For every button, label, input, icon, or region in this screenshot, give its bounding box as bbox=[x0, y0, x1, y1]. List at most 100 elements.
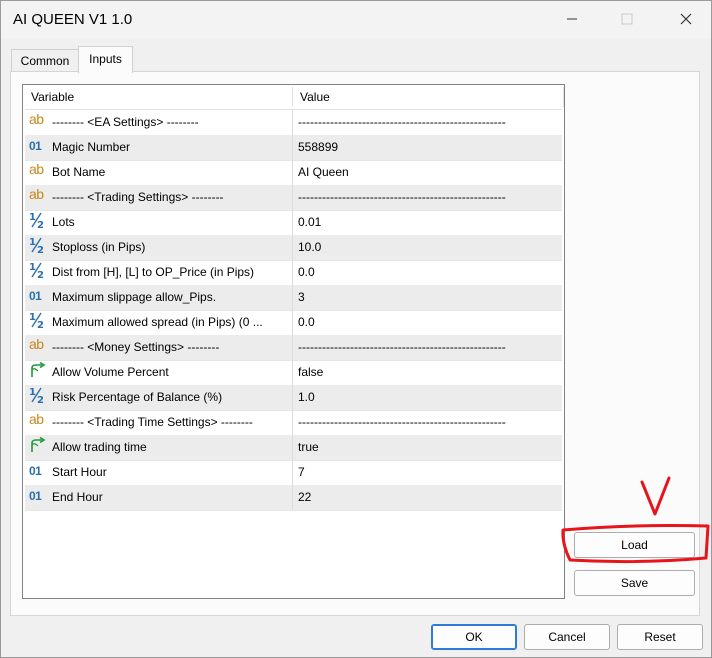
string-type-icon: ab bbox=[29, 161, 44, 177]
double-type-icon: 12 bbox=[29, 211, 49, 231]
variable-value[interactable]: ----------------------------------------… bbox=[298, 410, 562, 435]
variable-value[interactable]: 10.0 bbox=[298, 235, 562, 260]
table-row[interactable]: 1 2 Maximum allowed spread (in Pips) (0 ..… bbox=[25, 310, 562, 336]
table-row[interactable]: ab -------- <Trading Settings> -------- --… bbox=[25, 185, 562, 211]
maximize-button bbox=[604, 1, 650, 37]
table-row[interactable]: ab Bot Name AI Queen bbox=[25, 160, 562, 186]
cancel-button[interactable]: Cancel bbox=[524, 624, 610, 650]
bool-type-icon bbox=[29, 361, 49, 380]
svg-text:2: 2 bbox=[37, 320, 44, 329]
minimize-icon bbox=[567, 18, 577, 20]
table-row[interactable]: Allow trading time true bbox=[25, 435, 562, 461]
variable-name: Risk Percentage of Balance (%) bbox=[52, 390, 223, 404]
variable-value[interactable]: ----------------------------------------… bbox=[298, 335, 562, 360]
variable-name: Allow trading time bbox=[52, 440, 147, 454]
variable-name: Start Hour bbox=[52, 465, 107, 479]
column-divider[interactable] bbox=[292, 87, 293, 107]
cell-divider bbox=[292, 385, 293, 410]
grid-header: Variable Value bbox=[25, 85, 564, 110]
variable-value[interactable]: 0.01 bbox=[298, 210, 562, 235]
variable-name: Bot Name bbox=[52, 165, 106, 179]
string-type-icon: ab bbox=[29, 186, 44, 202]
svg-text:2: 2 bbox=[37, 270, 44, 279]
string-type-icon: ab bbox=[29, 336, 44, 352]
ok-button[interactable]: OK bbox=[431, 624, 517, 650]
integer-type-icon: 01 bbox=[29, 289, 42, 303]
inputs-grid[interactable]: Variable Value ab -------- <EA Settings> … bbox=[22, 84, 565, 599]
cell-divider bbox=[292, 285, 293, 310]
reset-button[interactable]: Reset bbox=[617, 624, 703, 650]
table-row[interactable]: ab -------- <Trading Time Settings> -----… bbox=[25, 410, 562, 436]
double-type-icon: 12 bbox=[29, 236, 49, 256]
integer-type-icon: 01 bbox=[29, 489, 42, 503]
integer-type-icon: 01 bbox=[29, 139, 42, 153]
variable-value[interactable]: ----------------------------------------… bbox=[298, 110, 562, 135]
variable-value[interactable]: 3 bbox=[298, 285, 562, 310]
variable-name: Maximum slippage allow_Pips. bbox=[52, 290, 217, 304]
variable-value[interactable]: 0.0 bbox=[298, 260, 562, 285]
table-row[interactable]: ab -------- <EA Settings> -------- -------… bbox=[25, 110, 562, 136]
variable-value[interactable]: true bbox=[298, 435, 562, 460]
cell-divider bbox=[292, 310, 293, 335]
variable-name: Dist from [H], [L] to OP_Price (in Pips) bbox=[52, 265, 255, 279]
table-row[interactable]: 1 2 Lots 0.01 bbox=[25, 210, 562, 236]
cell-divider bbox=[292, 185, 293, 210]
variable-value[interactable]: ----------------------------------------… bbox=[298, 185, 562, 210]
cell-divider bbox=[292, 410, 293, 435]
window-title: AI QUEEN V1 1.0 bbox=[13, 11, 133, 28]
tab-common[interactable]: Common bbox=[11, 49, 79, 72]
variable-value[interactable]: 22 bbox=[298, 485, 562, 510]
variable-value[interactable]: AI Queen bbox=[298, 160, 562, 185]
variable-name: Stoploss (in Pips) bbox=[52, 240, 146, 254]
variable-name: -------- <Trading Time Settings> -------… bbox=[52, 415, 253, 429]
string-type-icon: ab bbox=[29, 111, 44, 127]
close-icon bbox=[680, 13, 692, 25]
table-row[interactable]: 01 Start Hour 7 bbox=[25, 460, 562, 486]
variable-value[interactable]: 558899 bbox=[298, 135, 562, 160]
variable-name: -------- <EA Settings> -------- bbox=[52, 115, 199, 129]
variable-name: Allow Volume Percent bbox=[52, 365, 169, 379]
cell-divider bbox=[292, 160, 293, 185]
close-button[interactable] bbox=[663, 1, 709, 37]
variable-value[interactable]: 7 bbox=[298, 460, 562, 485]
variable-value[interactable]: 1.0 bbox=[298, 385, 562, 410]
title-bar[interactable]: AI QUEEN V1 1.0 bbox=[1, 1, 711, 39]
double-type-icon: 12 bbox=[29, 311, 49, 331]
cell-divider bbox=[292, 360, 293, 385]
save-button[interactable]: Save bbox=[574, 570, 695, 596]
table-row[interactable]: Allow Volume Percent false bbox=[25, 360, 562, 386]
variable-value[interactable]: false bbox=[298, 360, 562, 385]
cell-divider bbox=[292, 260, 293, 285]
column-header-variable[interactable]: Variable bbox=[31, 85, 74, 109]
cell-divider bbox=[292, 435, 293, 460]
table-row[interactable]: 01 Magic Number 558899 bbox=[25, 135, 562, 161]
table-row[interactable]: 1 2 Dist from [H], [L] to OP_Price (in Pip… bbox=[25, 260, 562, 286]
table-row[interactable]: 1 2 Stoploss (in Pips) 10.0 bbox=[25, 235, 562, 261]
double-type-icon: 12 bbox=[29, 386, 49, 406]
table-row[interactable]: ab -------- <Money Settings> -------- ----… bbox=[25, 335, 562, 361]
svg-text:2: 2 bbox=[37, 395, 44, 404]
variable-value[interactable]: 0.0 bbox=[298, 310, 562, 335]
table-row[interactable]: 01 Maximum slippage allow_Pips. 3 bbox=[25, 285, 562, 311]
minimize-button[interactable] bbox=[549, 1, 595, 37]
column-divider[interactable] bbox=[563, 87, 564, 107]
column-header-value[interactable]: Value bbox=[300, 85, 330, 109]
variable-name: End Hour bbox=[52, 490, 103, 504]
table-row[interactable]: 1 2 Risk Percentage of Balance (%) 1.0 bbox=[25, 385, 562, 411]
string-type-icon: ab bbox=[29, 411, 44, 427]
cell-divider bbox=[292, 460, 293, 485]
cell-divider bbox=[292, 335, 293, 360]
integer-type-icon: 01 bbox=[29, 464, 42, 478]
variable-name: -------- <Money Settings> -------- bbox=[52, 340, 220, 354]
bool-type-icon bbox=[29, 436, 49, 455]
svg-text:2: 2 bbox=[37, 245, 44, 254]
cell-divider bbox=[292, 110, 293, 135]
cell-divider bbox=[292, 235, 293, 260]
variable-name: Maximum allowed spread (in Pips) (0 ... bbox=[52, 315, 263, 329]
table-row[interactable]: 01 End Hour 22 bbox=[25, 485, 562, 511]
cell-divider bbox=[292, 135, 293, 160]
tab-inputs[interactable]: Inputs bbox=[78, 46, 133, 73]
variable-name: Lots bbox=[52, 215, 75, 229]
svg-text:2: 2 bbox=[37, 220, 44, 229]
load-button[interactable]: Load bbox=[574, 532, 695, 558]
